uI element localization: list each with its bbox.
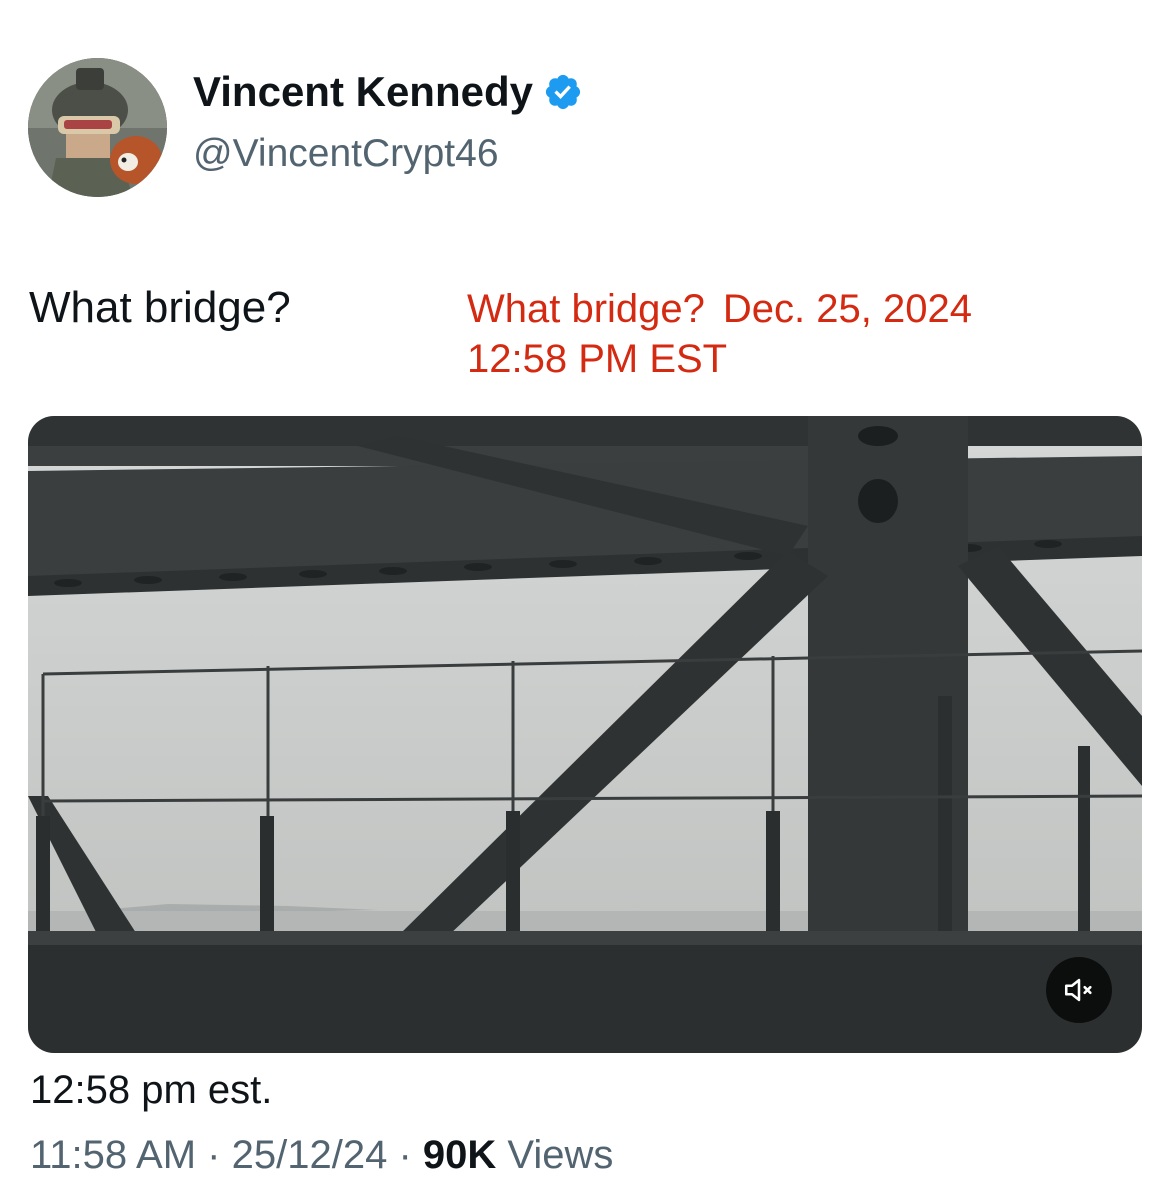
tweet-date[interactable]: 25/12/24	[232, 1133, 388, 1177]
meta-separator: ·	[398, 1133, 412, 1177]
tweet-caption: 12:58 pm est.	[30, 1068, 273, 1112]
avatar-image	[28, 58, 167, 197]
views-label: Views	[507, 1133, 614, 1177]
tweet-time[interactable]: 11:58 AM	[30, 1133, 196, 1177]
tweet-video[interactable]	[28, 416, 1142, 1053]
annotation-time: 12:58 PM EST	[467, 337, 728, 381]
author-handle[interactable]: @VincentCrypt46	[193, 132, 499, 176]
annotation-line-1: What bridge? Dec. 25, 2024	[467, 284, 972, 334]
tweet-text: What bridge?	[29, 283, 291, 332]
annotation-overlay: What bridge? Dec. 25, 2024 12:58 PM EST	[467, 284, 972, 384]
tweet-meta: 11:58 AM · 25/12/24 · 90K Views	[30, 1133, 613, 1178]
avatar[interactable]	[28, 58, 167, 197]
annotation-date: Dec. 25, 2024	[722, 287, 972, 331]
verified-badge-icon	[543, 72, 583, 112]
video-frame	[28, 416, 1142, 1053]
views-count[interactable]: 90K	[423, 1133, 496, 1177]
display-name-text: Vincent Kennedy	[193, 68, 533, 115]
annotation-question: What bridge?	[467, 287, 705, 331]
author-display-name[interactable]: Vincent Kennedy	[193, 68, 583, 116]
speaker-muted-icon	[1062, 973, 1096, 1007]
meta-separator: ·	[207, 1133, 221, 1177]
mute-button[interactable]	[1046, 957, 1112, 1023]
